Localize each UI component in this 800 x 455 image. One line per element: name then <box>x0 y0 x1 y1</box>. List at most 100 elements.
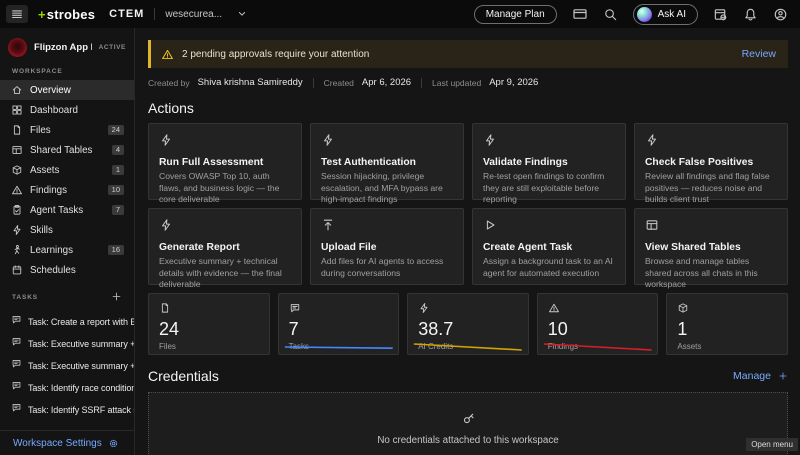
chevron-down-icon <box>236 8 248 20</box>
main-content: 2 pending approvals require your attenti… <box>136 28 800 455</box>
add-task-button[interactable] <box>111 290 122 305</box>
task-list-item[interactable]: Task: Executive summary + t...5 messages… <box>0 332 134 354</box>
workspace-name: Flipzon App Pen... <box>34 42 92 53</box>
chat-icon <box>11 336 22 347</box>
shared-tables-count-badge: 4 <box>112 145 124 156</box>
dashboard-icon <box>11 104 23 116</box>
hamburger-icon <box>10 7 24 21</box>
sidebar-item-shared-tables[interactable]: Shared Tables 4 <box>0 140 134 160</box>
logo-plus-icon: + <box>38 7 46 22</box>
topbar: + strobes CTEM wesecurea... Manage Plan … <box>0 0 800 28</box>
sidebar-item-schedules[interactable]: Schedules <box>0 260 134 280</box>
workspace-header[interactable]: Flipzon App Pen... ACTIVE <box>0 28 134 66</box>
sidebar-item-learnings[interactable]: Learnings 16 <box>0 240 134 260</box>
releases-button[interactable] <box>713 7 728 22</box>
pending-approvals-banner: 2 pending approvals require your attenti… <box>148 40 788 68</box>
plus-icon <box>778 371 788 381</box>
sidebar-item-overview[interactable]: Overview <box>0 80 134 100</box>
product-name: CTEM <box>109 8 144 20</box>
review-link[interactable]: Review <box>742 48 776 60</box>
credentials-empty-text: No credentials attached to this workspac… <box>377 435 558 446</box>
action-test-authentication[interactable]: Test Authentication Session hijacking, p… <box>310 123 464 200</box>
org-switcher[interactable]: wesecurea... <box>165 8 248 20</box>
workspace-section-label: WORKSPACE <box>0 66 134 80</box>
search-button[interactable] <box>603 7 618 22</box>
action-generate-report[interactable]: Generate Report Executive summary + tech… <box>148 208 302 285</box>
calendar-status-icon <box>713 7 728 22</box>
updated-date-value: Apr 9, 2026 <box>489 77 538 88</box>
findings-trend-sparkline <box>542 342 654 352</box>
gear-icon <box>108 438 119 449</box>
ask-ai-button[interactable]: Ask AI <box>633 4 698 25</box>
action-run-full-assessment[interactable]: Run Full Assessment Covers OWASP Top 10,… <box>148 123 302 200</box>
findings-count-badge: 10 <box>108 185 124 196</box>
cube-icon <box>677 302 689 314</box>
topbar-actions: Manage Plan Ask AI <box>474 4 788 25</box>
table-icon <box>645 218 659 232</box>
warning-icon <box>11 184 23 196</box>
task-list-item[interactable]: Task: Create a report with E...2 message… <box>0 310 134 332</box>
stat-assets[interactable]: 1 Assets <box>666 293 788 355</box>
lightning-icon <box>321 133 335 147</box>
topbar-divider <box>154 8 155 20</box>
stat-findings[interactable]: 10 Findings <box>537 293 659 355</box>
chat-icon <box>11 314 22 325</box>
lightning-icon <box>11 224 23 236</box>
warning-icon <box>548 302 560 314</box>
ai-credits-trend-sparkline <box>412 342 524 352</box>
manage-plan-button[interactable]: Manage Plan <box>474 5 557 24</box>
stat-tasks[interactable]: 7 Tasks <box>278 293 400 355</box>
action-view-shared-tables[interactable]: View Shared Tables Browse and manage tab… <box>634 208 788 285</box>
sidebar-item-agent-tasks[interactable]: Agent Tasks 7 <box>0 200 134 220</box>
workspace-status-badge: ACTIVE <box>99 44 126 51</box>
task-list-item[interactable]: Task: Executive summary + t...5 messages… <box>0 354 134 376</box>
task-list-item[interactable]: Task: Identify SSRF attack s...12 messag… <box>0 398 134 420</box>
sidebar-item-skills[interactable]: Skills <box>0 220 134 240</box>
ask-ai-label: Ask AI <box>658 9 686 20</box>
billing-button[interactable] <box>572 6 588 22</box>
action-validate-findings[interactable]: Validate Findings Re-test open findings … <box>472 123 626 200</box>
person-icon <box>11 244 23 256</box>
cube-icon <box>11 164 23 176</box>
bell-icon <box>743 7 758 22</box>
lightning-icon <box>418 302 430 314</box>
open-menu-tooltip: Open menu <box>746 438 798 451</box>
actions-grid: Run Full Assessment Covers OWASP Top 10,… <box>148 123 788 285</box>
stat-files[interactable]: 24 Files <box>148 293 270 355</box>
clipboard-icon <box>11 204 23 216</box>
account-button[interactable] <box>773 7 788 22</box>
task-list-item[interactable]: Task: Identify race condition...8 messag… <box>0 376 134 398</box>
lightning-icon <box>645 133 659 147</box>
user-icon <box>773 7 788 22</box>
file-icon <box>159 302 171 314</box>
sidebar-item-files[interactable]: Files 24 <box>0 120 134 140</box>
workspace-settings-link[interactable]: Workspace Settings <box>0 430 134 455</box>
action-create-agent-task[interactable]: Create Agent Task Assign a background ta… <box>472 208 626 285</box>
action-upload-file[interactable]: Upload File Add files for AI agents to a… <box>310 208 464 285</box>
plus-icon <box>111 291 122 302</box>
lightning-icon <box>483 133 497 147</box>
home-icon <box>11 84 23 96</box>
warning-icon <box>161 48 174 61</box>
logo-text: strobes <box>47 7 95 22</box>
sidebar-item-assets[interactable]: Assets 1 <box>0 160 134 180</box>
sidebar-item-findings[interactable]: Findings 10 <box>0 180 134 200</box>
table-icon <box>11 144 23 156</box>
assets-count-badge: 1 <box>112 165 124 176</box>
action-check-false-positives[interactable]: Check False Positives Review all finding… <box>634 123 788 200</box>
strobes-logo[interactable]: + strobes <box>38 7 95 22</box>
stat-ai-credits[interactable]: 38.7 AI Credits <box>407 293 529 355</box>
lightning-icon <box>159 218 173 232</box>
menu-button[interactable] <box>6 5 28 23</box>
notifications-button[interactable] <box>743 7 758 22</box>
workspace-meta: Created by Shiva krishna Samireddy Creat… <box>148 77 788 88</box>
search-icon <box>603 7 618 22</box>
manage-credentials-link[interactable]: Manage <box>733 370 788 382</box>
learnings-count-badge: 16 <box>108 245 124 256</box>
key-icon <box>461 411 476 426</box>
lightning-icon <box>159 133 173 147</box>
tasks-section-label: TASKS <box>12 294 38 301</box>
ai-orb-icon <box>637 7 652 22</box>
sidebar-item-dashboard[interactable]: Dashboard <box>0 100 134 120</box>
sidebar: Flipzon App Pen... ACTIVE WORKSPACE Over… <box>0 28 135 455</box>
